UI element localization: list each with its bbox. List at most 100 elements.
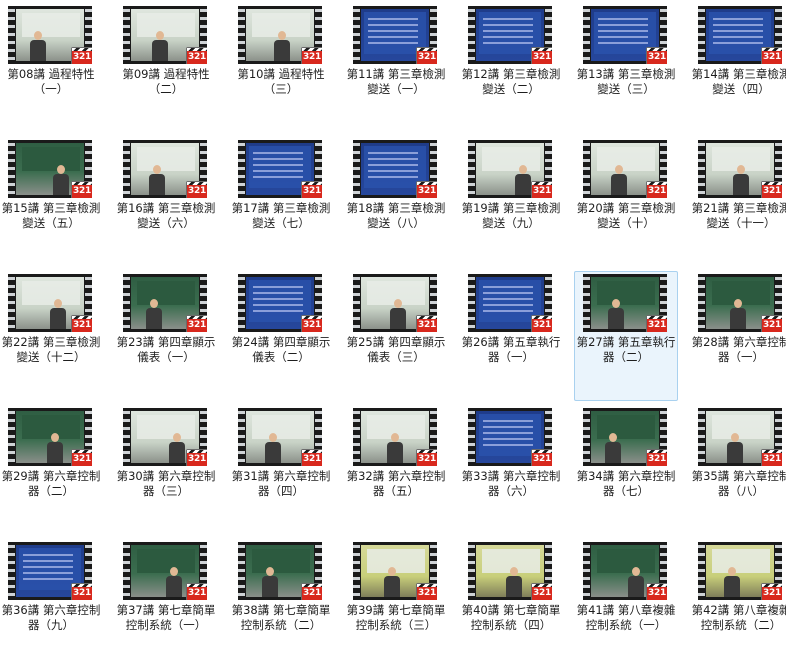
lecturer-figure	[611, 165, 627, 195]
badge-text: 321	[302, 51, 322, 64]
video-file-item[interactable]: 321 第42講 第八章複雜控制系統（二）	[689, 539, 786, 649]
video-file-item[interactable]: 321 第27講 第五章執行器（二）	[574, 271, 678, 401]
video-file-item[interactable]: 321 第14講 第三章檢測變送（四）	[689, 3, 786, 99]
video-file-item[interactable]: 321 第35講 第六章控制器（八）	[689, 405, 786, 501]
film-strip-left	[238, 140, 245, 198]
video-file-item[interactable]: 321 第18講 第三章檢測變送（八）	[344, 137, 448, 233]
video-thumbnail: 321	[583, 542, 667, 600]
film-strip-left	[353, 408, 360, 466]
video-file-item[interactable]: 321 第38講 第七章簡單控制系統（二）	[229, 539, 333, 649]
video-file-item[interactable]: 321 第21講 第三章檢測變送（十一）	[689, 137, 786, 233]
video-file-item[interactable]: 321 第26講 第五章執行器（一）	[459, 271, 563, 367]
video-file-item[interactable]: 321 第34講 第六章控制器（七）	[574, 405, 678, 501]
video-thumbnail: 321	[583, 6, 667, 64]
badge-text: 321	[762, 319, 782, 332]
lecturer-figure	[152, 31, 168, 61]
media-player-clapper-icon: 321	[186, 181, 207, 198]
video-thumbnail: 321	[123, 6, 207, 64]
media-player-clapper-icon: 321	[761, 47, 782, 64]
board-area	[252, 549, 310, 573]
media-player-clapper-icon: 321	[301, 181, 322, 198]
badge-text: 321	[762, 51, 782, 64]
media-player-clapper-icon: 321	[71, 181, 92, 198]
board-area	[597, 549, 655, 573]
video-file-item[interactable]: 321 第15講 第三章檢測變送（五）	[0, 137, 103, 233]
video-file-item[interactable]: 321 第10講 過程特性（三）	[229, 3, 333, 99]
film-strip-left	[468, 408, 475, 466]
video-file-item[interactable]: 321 第13講 第三章檢測變送（三）	[574, 3, 678, 99]
badge-text: 321	[647, 587, 667, 600]
video-file-item[interactable]: 321 第33講 第六章控制器（六）	[459, 405, 563, 501]
media-player-clapper-icon: 321	[71, 315, 92, 332]
video-file-item[interactable]: 321 第31講 第六章控制器（四）	[229, 405, 333, 501]
lecturer-figure	[390, 299, 406, 329]
video-file-item[interactable]: 321 第36講 第六章控制器（九）	[0, 539, 103, 649]
video-file-item[interactable]: 321 第30講 第六章控制器（三）	[114, 405, 218, 501]
file-name-label: 第36講 第六章控制器（九）	[1, 603, 101, 632]
video-file-item[interactable]: 321 第25講 第四章顯示儀表（三）	[344, 271, 448, 367]
video-thumbnail: 321	[468, 542, 552, 600]
video-file-item[interactable]: 321 第28講 第六章控制器（一）	[689, 271, 786, 367]
film-strip-left	[123, 140, 130, 198]
file-name-label: 第37講 第七章簡單控制系統（一）	[116, 603, 216, 632]
video-thumbnail: 321	[583, 274, 667, 332]
badge-text: 321	[762, 587, 782, 600]
file-name-label: 第19講 第三章檢測變送（九）	[461, 201, 561, 230]
badge-text: 321	[532, 587, 552, 600]
file-name-label: 第23講 第四章顯示儀表（一）	[116, 335, 216, 364]
media-player-clapper-icon: 321	[416, 583, 437, 600]
video-file-item[interactable]: 321 第17講 第三章檢測變送（七）	[229, 137, 333, 233]
media-player-clapper-icon: 321	[301, 47, 322, 64]
video-file-item[interactable]: 321 第40講 第七章簡單控制系統（四）	[459, 539, 563, 649]
file-name-label: 第27講 第五章執行器（二）	[576, 335, 676, 364]
media-player-clapper-icon: 321	[186, 47, 207, 64]
video-thumbnail: 321	[123, 542, 207, 600]
film-strip-left	[8, 542, 15, 600]
film-strip-left	[698, 542, 705, 600]
file-name-label: 第30講 第六章控制器（三）	[116, 469, 216, 498]
film-strip-left	[353, 140, 360, 198]
video-file-item[interactable]: 321 第32講 第六章控制器（五）	[344, 405, 448, 501]
video-thumbnail: 321	[353, 6, 437, 64]
video-file-item[interactable]: 321 第29講 第六章控制器（二）	[0, 405, 103, 501]
lecturer-figure	[30, 31, 46, 61]
media-player-clapper-icon: 321	[646, 47, 667, 64]
file-name-label: 第35講 第六章控制器（八）	[691, 469, 786, 498]
media-player-clapper-icon: 321	[71, 449, 92, 466]
badge-text: 321	[187, 453, 207, 466]
lecturer-figure	[53, 165, 69, 195]
video-file-item[interactable]: 321 第41講 第八章複雜控制系統（一）	[574, 539, 678, 649]
lecturer-figure	[146, 299, 162, 329]
lecturer-figure	[733, 165, 749, 195]
video-file-item[interactable]: 321 第23講 第四章顯示儀表（一）	[114, 271, 218, 367]
video-file-item[interactable]: 321 第11講 第三章檢測變送（一）	[344, 3, 448, 99]
file-name-label: 第42講 第八章複雜控制系統（二）	[691, 603, 786, 632]
video-file-item[interactable]: 321 第16講 第三章檢測變送（六）	[114, 137, 218, 233]
video-file-item[interactable]: 321 第39講 第七章簡單控制系統（三）	[344, 539, 448, 649]
video-file-item[interactable]: 321 第22講 第三章檢測變送（十二）	[0, 271, 103, 367]
video-file-item[interactable]: 321 第19講 第三章檢測變送（九）	[459, 137, 563, 233]
file-name-label: 第28講 第六章控制器（一）	[691, 335, 786, 364]
film-strip-left	[123, 6, 130, 64]
film-strip-left	[583, 408, 590, 466]
video-file-item[interactable]: 321 第20講 第三章檢測變送（十）	[574, 137, 678, 233]
badge-text: 321	[647, 453, 667, 466]
lecturer-figure	[262, 567, 278, 597]
lecturer-figure	[387, 433, 403, 463]
film-strip-left	[123, 408, 130, 466]
video-thumbnail: 321	[8, 6, 92, 64]
media-player-clapper-icon: 321	[416, 315, 437, 332]
video-file-item[interactable]: 321 第09講 過程特性（二）	[114, 3, 218, 99]
lecturer-figure	[605, 433, 621, 463]
film-strip-left	[698, 274, 705, 332]
video-file-item[interactable]: 321 第08講 過程特性（一）	[0, 3, 103, 99]
video-file-item[interactable]: 321 第24講 第四章顯示儀表（二）	[229, 271, 333, 367]
video-thumbnail: 321	[583, 140, 667, 198]
video-file-item[interactable]: 321 第37講 第七章簡單控制系統（一）	[114, 539, 218, 649]
media-player-clapper-icon: 321	[416, 181, 437, 198]
film-strip-left	[8, 274, 15, 332]
video-file-item[interactable]: 321 第12講 第三章檢測變送（二）	[459, 3, 563, 99]
video-thumbnail: 321	[353, 408, 437, 466]
file-name-label: 第12講 第三章檢測變送（二）	[461, 67, 561, 96]
badge-text: 321	[762, 185, 782, 198]
